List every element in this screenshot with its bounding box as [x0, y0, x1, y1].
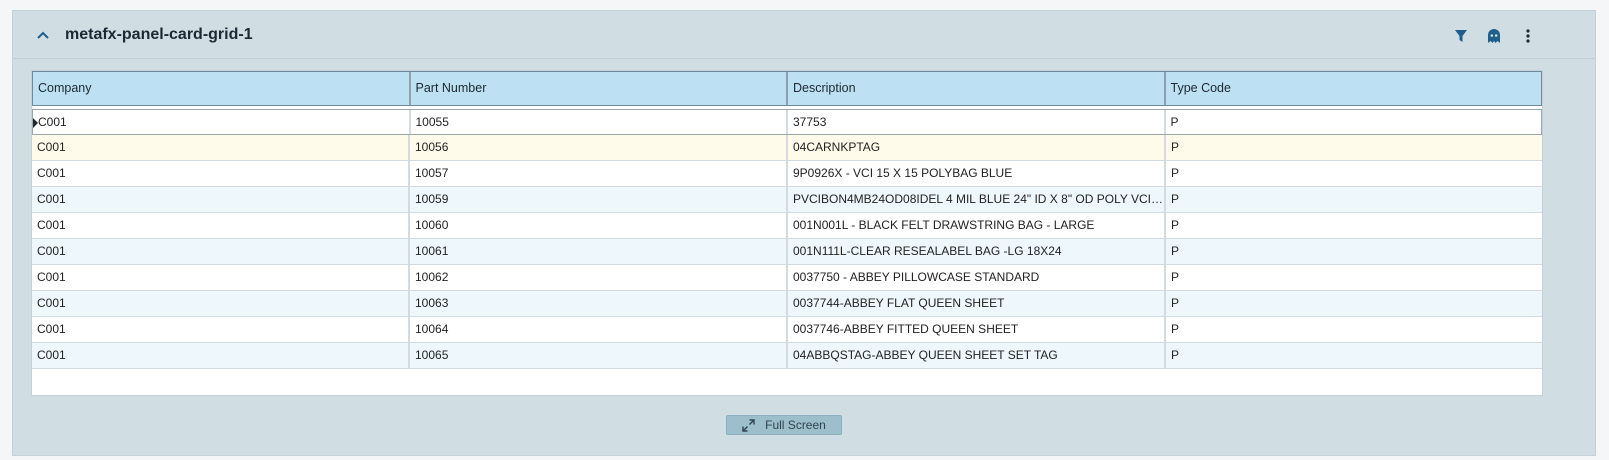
- cell-part-number[interactable]: 10055: [411, 110, 788, 134]
- cell-company[interactable]: C001: [32, 187, 410, 212]
- expand-icon: [742, 418, 755, 432]
- filter-icon: [1455, 30, 1467, 42]
- table-row[interactable]: C001 10056 04CARNKPTAG P: [32, 135, 1542, 161]
- cell-company[interactable]: C001: [33, 110, 411, 134]
- cell-type-code[interactable]: P: [1166, 135, 1542, 160]
- panel-header: metafx-panel-card-grid-1: [13, 11, 1595, 59]
- column-header-company[interactable]: Company: [33, 72, 411, 105]
- cell-type-code[interactable]: P: [1166, 317, 1542, 342]
- filter-button[interactable]: [1450, 25, 1472, 47]
- cell-description[interactable]: 04ABBQSTAG-ABBEY QUEEN SHEET SET TAG: [788, 343, 1166, 368]
- full-screen-label: Full Screen: [765, 418, 826, 432]
- data-grid: Company Part Number Description Type Cod…: [31, 70, 1543, 396]
- cell-type-code[interactable]: P: [1166, 239, 1542, 264]
- cell-part-number[interactable]: 10065: [410, 343, 788, 368]
- panel-title: metafx-panel-card-grid-1: [65, 26, 253, 43]
- cell-description[interactable]: 001N001L - BLACK FELT DRAWSTRING BAG - L…: [788, 213, 1166, 238]
- cell-description[interactable]: PVCIBON4MB24OD08IDEL 4 MIL BLUE 24" ID X…: [788, 187, 1166, 212]
- table-row[interactable]: C001 10063 0037744-ABBEY FLAT QUEEN SHEE…: [32, 291, 1542, 317]
- cell-part-number[interactable]: 10062: [410, 265, 788, 290]
- cell-description[interactable]: 04CARNKPTAG: [788, 135, 1166, 160]
- cell-type-code[interactable]: P: [1166, 291, 1542, 316]
- table-row[interactable]: C001 10055 37753 P: [32, 109, 1542, 135]
- cell-part-number[interactable]: 10057: [410, 161, 788, 186]
- column-header-description[interactable]: Description: [788, 72, 1166, 105]
- ghost-button[interactable]: [1483, 25, 1505, 47]
- cell-description[interactable]: 37753: [788, 110, 1166, 134]
- panel-card: metafx-panel-card-grid-1 Company Part Nu: [12, 10, 1596, 456]
- current-row-marker-icon: [33, 118, 38, 128]
- cell-company[interactable]: C001: [32, 265, 410, 290]
- more-vertical-icon: [1526, 29, 1530, 43]
- ghost-icon: [1488, 29, 1500, 43]
- column-header-type-code[interactable]: Type Code: [1166, 72, 1542, 105]
- cell-description[interactable]: 0037746-ABBEY FITTED QUEEN SHEET: [788, 317, 1166, 342]
- cell-description[interactable]: 0037750 - ABBEY PILLOWCASE STANDARD: [788, 265, 1166, 290]
- more-options-button[interactable]: [1517, 25, 1539, 47]
- table-row[interactable]: C001 10064 0037746-ABBEY FITTED QUEEN SH…: [32, 317, 1542, 343]
- full-screen-button[interactable]: Full Screen: [726, 415, 842, 435]
- table-row[interactable]: C001 10057 9P0926X - VCI 15 X 15 POLYBAG…: [32, 161, 1542, 187]
- table-row[interactable]: C001 10065 04ABBQSTAG-ABBEY QUEEN SHEET …: [32, 343, 1542, 369]
- cell-company[interactable]: C001: [32, 343, 410, 368]
- cell-company[interactable]: C001: [32, 161, 410, 186]
- table-row[interactable]: C001 10060 001N001L - BLACK FELT DRAWSTR…: [32, 213, 1542, 239]
- collapse-button[interactable]: [33, 25, 53, 45]
- cell-part-number[interactable]: 10063: [410, 291, 788, 316]
- cell-description[interactable]: 0037744-ABBEY FLAT QUEEN SHEET: [788, 291, 1166, 316]
- cell-company[interactable]: C001: [32, 291, 410, 316]
- table-row[interactable]: C001 10059 PVCIBON4MB24OD08IDEL 4 MIL BL…: [32, 187, 1542, 213]
- top-strip: [0, 0, 1609, 10]
- cell-type-code[interactable]: P: [1166, 343, 1542, 368]
- cell-company[interactable]: C001: [32, 135, 410, 160]
- grid-header: Company Part Number Description Type Cod…: [32, 71, 1542, 106]
- cell-part-number[interactable]: 10060: [410, 213, 788, 238]
- cell-type-code[interactable]: P: [1166, 265, 1542, 290]
- cell-description[interactable]: 9P0926X - VCI 15 X 15 POLYBAG BLUE: [788, 161, 1166, 186]
- cell-part-number[interactable]: 10059: [410, 187, 788, 212]
- cell-type-code[interactable]: P: [1166, 110, 1542, 134]
- cell-part-number[interactable]: 10056: [410, 135, 788, 160]
- table-row[interactable]: C001 10062 0037750 - ABBEY PILLOWCASE ST…: [32, 265, 1542, 291]
- grid-rows: C001 10055 37753 P C001 10056 04CARNKPTA…: [32, 109, 1542, 369]
- cell-description[interactable]: 001N111L-CLEAR RESEALABEL BAG -LG 18X24: [788, 239, 1166, 264]
- cell-type-code[interactable]: P: [1166, 213, 1542, 238]
- cell-company[interactable]: C001: [32, 239, 410, 264]
- cell-part-number[interactable]: 10064: [410, 317, 788, 342]
- column-header-part-number[interactable]: Part Number: [411, 72, 788, 105]
- cell-company[interactable]: C001: [32, 213, 410, 238]
- cell-company[interactable]: C001: [32, 317, 410, 342]
- cell-part-number[interactable]: 10061: [410, 239, 788, 264]
- cell-type-code[interactable]: P: [1166, 161, 1542, 186]
- cell-type-code[interactable]: P: [1166, 187, 1542, 212]
- chevron-up-icon: [37, 31, 49, 39]
- table-row[interactable]: C001 10061 001N111L-CLEAR RESEALABEL BAG…: [32, 239, 1542, 265]
